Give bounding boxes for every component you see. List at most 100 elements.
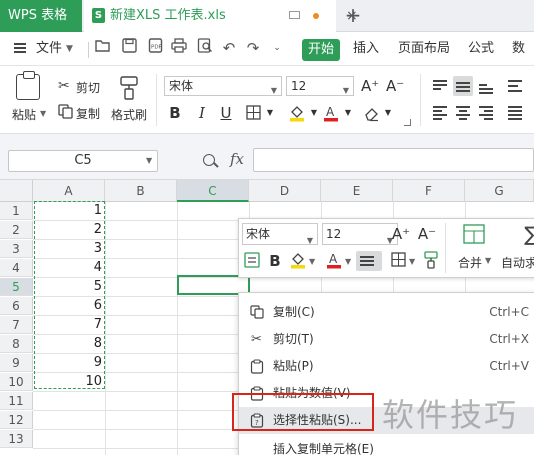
clear-format-icon[interactable] xyxy=(361,102,381,124)
decrease-font-size-button[interactable]: A⁻ xyxy=(386,75,406,97)
paste-icon[interactable] xyxy=(16,71,40,100)
column-header-a[interactable]: A xyxy=(33,180,105,202)
align-right-icon[interactable] xyxy=(476,102,496,122)
merge-button[interactable]: 合并 xyxy=(458,254,482,271)
chevron-down-icon[interactable]: ▼ xyxy=(66,44,73,54)
column-header-f[interactable]: F xyxy=(393,180,465,202)
font-size-select[interactable]: 12 ▼ xyxy=(286,76,354,96)
chevron-down-icon[interactable]: ▼ xyxy=(485,256,491,265)
mini-bold-button[interactable]: B xyxy=(267,250,283,272)
context-menu-item-cut[interactable]: ✂ 剪切(T) Ctrl+X xyxy=(239,326,534,353)
scissors-icon[interactable]: ✂ xyxy=(58,78,74,94)
redo-icon[interactable]: ↷ xyxy=(244,38,262,58)
mini-size-select[interactable]: 12 ▼ xyxy=(322,223,398,245)
row-header-6[interactable]: 6 xyxy=(0,297,33,315)
context-menu-item-paste[interactable]: 粘贴(P) Ctrl+V xyxy=(239,353,534,380)
italic-button[interactable]: I xyxy=(193,102,211,124)
chevron-down-icon[interactable]: ▼ xyxy=(409,257,415,266)
row-header-12[interactable]: 12 xyxy=(0,411,33,429)
chevron-down-icon[interactable]: ▼ xyxy=(345,257,351,266)
chevron-down-icon[interactable]: ▼ xyxy=(40,109,46,118)
print-icon[interactable] xyxy=(170,38,188,58)
chevron-down-icon[interactable]: ▼ xyxy=(383,102,393,124)
copy-button[interactable]: 复制 xyxy=(76,105,100,122)
font-family-select[interactable]: 宋体 ▼ xyxy=(164,76,282,96)
copy-icon[interactable] xyxy=(58,104,73,122)
align-left-icon[interactable] xyxy=(430,102,450,122)
merge-cells-icon[interactable] xyxy=(463,224,485,247)
mini-borders-icon[interactable] xyxy=(391,252,406,270)
export-pdf-icon[interactable]: PDF xyxy=(146,38,164,58)
bold-button[interactable]: B xyxy=(166,102,184,124)
justify-icon[interactable] xyxy=(505,102,525,122)
tab-page-layout[interactable]: 页面布局 xyxy=(398,32,450,66)
row-header-2[interactable]: 2 xyxy=(0,221,33,239)
chevron-down-icon[interactable]: ▼ xyxy=(343,82,349,100)
font-dialog-launcher-icon[interactable] xyxy=(404,119,411,126)
chevron-down-icon[interactable]: ▼ xyxy=(309,102,319,124)
hamburger-menu-icon[interactable] xyxy=(14,43,26,53)
paste-button[interactable]: 粘贴 xyxy=(12,106,36,123)
mini-decrease-font-button[interactable]: A⁻ xyxy=(417,223,437,245)
column-header-d[interactable]: D xyxy=(249,180,321,202)
align-top-icon[interactable] xyxy=(430,76,450,96)
chevron-down-icon[interactable]: ▼ xyxy=(265,102,275,124)
fx-icon[interactable]: fx xyxy=(230,150,244,168)
wrap-text-icon[interactable] xyxy=(505,76,525,96)
row-header-3[interactable]: 3 xyxy=(0,240,33,258)
column-header-g[interactable]: G xyxy=(465,180,534,202)
chevron-down-icon[interactable]: ▼ xyxy=(307,231,313,251)
context-menu-item-insert-copied-cells[interactable]: 插入复制单元格(E) xyxy=(239,436,534,455)
align-center-icon[interactable] xyxy=(453,102,473,122)
row-header-11[interactable]: 11 xyxy=(0,392,33,410)
column-header-b[interactable]: B xyxy=(105,180,177,202)
mini-format-painter-icon[interactable] xyxy=(423,251,439,272)
autosum-button[interactable]: 自动求 xyxy=(501,254,534,271)
row-header-8[interactable]: 8 xyxy=(0,335,33,353)
row-header-4[interactable]: 4 xyxy=(0,259,33,277)
increase-font-size-button[interactable]: A⁺ xyxy=(361,75,381,97)
cut-button[interactable]: 剪切 xyxy=(76,79,100,96)
tab-formulas[interactable]: 公式 xyxy=(468,32,494,66)
align-middle-icon[interactable] xyxy=(453,76,473,96)
column-header-c[interactable]: C xyxy=(177,180,249,202)
print-preview-icon[interactable] xyxy=(196,38,214,58)
mini-fill-color-icon[interactable] xyxy=(289,251,307,272)
format-painter-icon[interactable] xyxy=(118,75,140,101)
chevron-down-icon[interactable]: ⌄ xyxy=(268,38,286,58)
autosum-icon[interactable]: ∑ xyxy=(523,223,534,245)
borders-icon[interactable] xyxy=(243,102,263,124)
row-header-5[interactable]: 5 xyxy=(0,278,33,296)
cell-style-icon[interactable] xyxy=(244,252,260,271)
mini-font-select[interactable]: 宋体 ▼ xyxy=(242,223,318,245)
underline-button[interactable]: U xyxy=(217,102,235,124)
format-painter-button[interactable]: 格式刷 xyxy=(111,106,147,123)
open-folder-icon[interactable] xyxy=(94,38,112,58)
chevron-down-icon[interactable]: ▼ xyxy=(271,82,277,100)
align-bottom-icon[interactable] xyxy=(476,76,496,96)
tab-home[interactable]: 开始 xyxy=(302,39,340,61)
mini-align-center-icon[interactable] xyxy=(356,251,382,271)
row-header-13[interactable]: 13 xyxy=(0,430,33,448)
chevron-down-icon[interactable]: ▼ xyxy=(146,156,152,165)
row-header-7[interactable]: 7 xyxy=(0,316,33,334)
chevron-down-icon[interactable]: ▼ xyxy=(343,102,353,124)
row-header-10[interactable]: 10 xyxy=(0,373,33,391)
save-icon[interactable] xyxy=(120,38,138,58)
mini-increase-font-button[interactable]: A⁺ xyxy=(391,223,411,245)
select-all-corner[interactable] xyxy=(0,180,33,202)
row-header-9[interactable]: 9 xyxy=(0,354,33,372)
monitor-icon[interactable] xyxy=(289,11,300,19)
file-menu[interactable]: 文件 xyxy=(36,32,62,66)
font-color-icon[interactable]: A xyxy=(321,102,341,124)
tab-insert[interactable]: 插入 xyxy=(353,32,379,66)
context-menu-item-copy[interactable]: 复制(C) Ctrl+C xyxy=(239,299,534,326)
mini-font-color-icon[interactable]: A xyxy=(325,251,343,272)
chevron-down-icon[interactable]: ▼ xyxy=(309,257,315,266)
undo-icon[interactable]: ↶ xyxy=(220,38,238,58)
row-header-1[interactable]: 1 xyxy=(0,202,33,220)
column-header-e[interactable]: E xyxy=(321,180,393,202)
formula-input[interactable] xyxy=(253,148,534,172)
fill-color-icon[interactable] xyxy=(287,102,307,124)
app-tab[interactable]: WPS 表格 xyxy=(0,0,82,32)
